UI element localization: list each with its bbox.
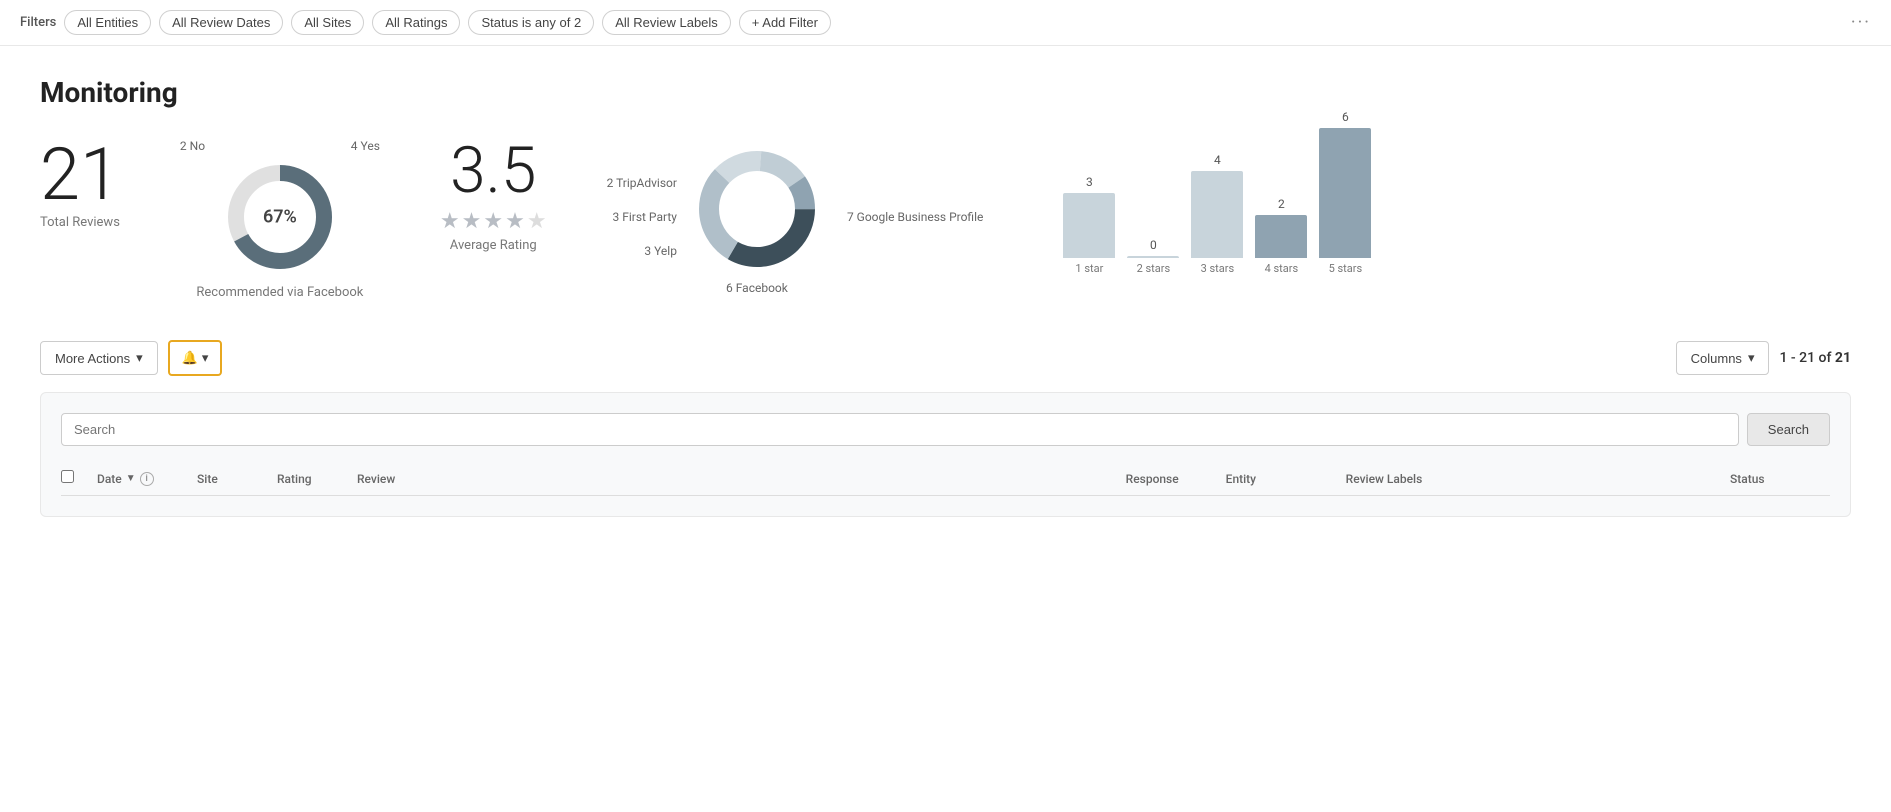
tripadvisor-label: 2 TripAdvisor [607,176,677,190]
star-5: ★ [527,209,547,234]
bar-chart-stat: 3 1 star 0 2 stars 4 3 stars [1063,139,1371,299]
filter-bar: Filters All Entities All Review Dates Al… [0,0,1891,46]
columns-label: Columns [1691,351,1742,366]
facebook-donut-stat: 2 No 4 Yes 67% Recommended via Facebook [180,139,380,300]
bar-5star [1319,128,1371,258]
yes-label: 4 Yes [351,139,380,153]
more-actions-label: More Actions [55,351,130,366]
col-status-header: Status [1730,472,1830,486]
site-donut-left-labels: 2 TripAdvisor 3 First Party 3 Yelp [607,176,677,258]
review-label: Review [357,472,395,486]
col-entity-header: Entity [1226,472,1346,486]
rating-label: Rating [277,472,312,486]
filter-chip-review-labels[interactable]: All Review Labels [602,10,731,35]
select-all-checkbox[interactable] [61,470,74,483]
date-label: Date [97,472,122,486]
bar-col-2star: 0 2 stars [1127,238,1179,275]
star-4: ★ [505,209,525,234]
bar-2star [1127,256,1179,258]
filter-chip-review-dates[interactable]: All Review Dates [159,10,283,35]
col-rating-header: Rating [277,472,357,486]
bell-chevron-icon: ▾ [202,350,209,366]
total-reviews-number: 21 [40,139,120,211]
more-options-icon[interactable]: ··· [1851,12,1871,33]
status-label: Status [1730,472,1765,486]
rating-stars: ★ ★ ★ ★ ★ [440,209,547,234]
facebook-bottom-label: Recommended via Facebook [196,285,363,300]
date-sort-icon: ▼ [126,473,136,484]
star-1: ★ [440,209,460,234]
search-row: Search [61,413,1830,446]
site-donut-stat: 2 TripAdvisor 3 First Party 3 Yelp 6 Fac… [607,139,984,295]
total-reviews-label: Total Reviews [40,215,120,230]
bar-col-5star: 6 5 stars [1319,110,1371,275]
more-actions-chevron-icon: ▾ [136,350,143,366]
columns-button[interactable]: Columns ▾ [1676,341,1770,375]
search-button[interactable]: Search [1747,413,1830,446]
no-label: 2 No [180,139,205,153]
main-content: Monitoring 21 Total Reviews 2 No 4 Yes 6… [0,46,1891,517]
bar-chart-area: 3 1 star 0 2 stars 4 3 stars [1063,139,1371,299]
site-label: Site [197,472,218,486]
bar-col-4star: 2 4 stars [1255,197,1307,275]
site-donut-right-labels: 7 Google Business Profile [847,210,983,224]
col-checkbox-header [61,470,97,487]
site-donut-container: 6 Facebook [687,139,827,295]
stats-row: 21 Total Reviews 2 No 4 Yes 67% Recommen… [40,139,1851,300]
pagination-total: 21 [1835,350,1851,366]
filter-chip-sites[interactable]: All Sites [291,10,364,35]
actions-row: More Actions ▾ 🔔 ▾ Columns ▾ 1 - 21 of 2… [40,340,1851,376]
response-label: Response [1126,472,1179,486]
col-review-header: Review [357,472,1126,486]
facebook-donut: 67% [220,157,340,277]
site-donut-svg [687,139,827,279]
col-site-header: Site [197,472,277,486]
table-header: Date ▼ i Site Rating Review Response Ent… [61,462,1830,496]
col-date-header[interactable]: Date ▼ i [97,472,197,486]
filter-chip-entities[interactable]: All Entities [64,10,151,35]
yelp-label: 3 Yelp [607,244,677,258]
filter-chip-status[interactable]: Status is any of 2 [468,10,594,35]
filter-chip-ratings[interactable]: All Ratings [372,10,460,35]
star-2: ★ [462,209,482,234]
col-response-header: Response [1126,472,1226,486]
more-actions-button[interactable]: More Actions ▾ [40,341,158,375]
bar-4star [1255,215,1307,258]
star-3: ★ [483,209,503,234]
table-section: Search Date ▼ i Site Rating Review Respo… [40,392,1851,517]
first-party-label: 3 First Party [607,210,677,224]
search-input[interactable] [61,413,1739,446]
bar-col-3star: 4 3 stars [1191,153,1243,275]
bar-3star [1191,171,1243,258]
columns-chevron-icon: ▾ [1748,350,1755,366]
bell-icon: 🔔 [182,350,198,366]
add-filter-button[interactable]: + Add Filter [739,10,831,35]
page-title: Monitoring [40,76,1851,109]
avg-rating-label: Average Rating [450,238,537,253]
google-label: 7 Google Business Profile [847,210,983,224]
col-labels-header: Review Labels [1346,472,1730,486]
bell-button[interactable]: 🔔 ▾ [168,340,223,376]
review-labels-label: Review Labels [1346,472,1423,486]
bar-col-1star: 3 1 star [1063,175,1115,275]
pagination-of: of [1819,350,1835,366]
facebook-donut-percentage: 67% [263,207,297,228]
facebook-site-label: 6 Facebook [726,281,788,295]
avg-rating-stat: 3.5 ★ ★ ★ ★ ★ Average Rating [440,139,547,253]
entity-label: Entity [1226,472,1256,486]
total-reviews-stat: 21 Total Reviews [40,139,120,230]
bar-1star [1063,193,1115,258]
date-info-icon[interactable]: i [140,472,154,486]
pagination-info: 1 - 21 of 21 [1779,350,1851,366]
pagination-range: 1 - 21 [1779,350,1815,366]
filter-label: Filters [20,15,56,30]
avg-rating-number: 3.5 [450,139,536,203]
